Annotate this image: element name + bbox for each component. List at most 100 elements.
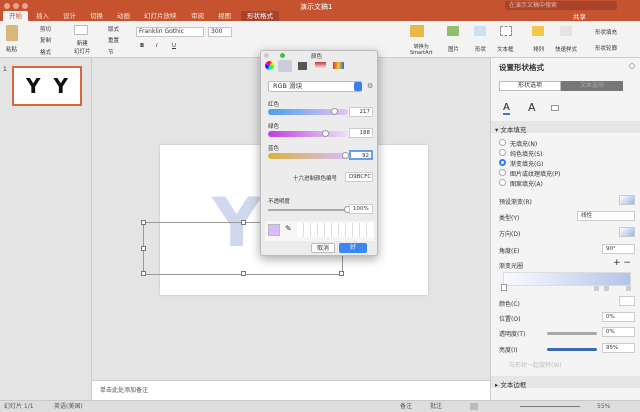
tab-shape-format[interactable]: 形状格式 [241, 11, 279, 21]
arrange-button[interactable]: 排列 [533, 45, 544, 53]
radio-picture-fill[interactable] [499, 169, 506, 176]
shape-fill-button[interactable]: 形状填充 [595, 28, 617, 36]
red-slider-knob[interactable] [331, 108, 338, 115]
resize-handle[interactable] [241, 220, 246, 225]
section-button[interactable]: 节 [108, 48, 114, 56]
resize-handle[interactable] [339, 271, 344, 276]
eyedropper-icon[interactable]: ✎ [285, 224, 292, 233]
copy-button[interactable]: 复制 [40, 36, 51, 44]
radio-no-fill[interactable] [499, 139, 506, 146]
zoom-slider[interactable] [520, 406, 580, 407]
tab-transitions[interactable]: 切换 [84, 11, 109, 21]
color-palettes-icon[interactable] [298, 62, 307, 70]
share-button[interactable]: 共享 [573, 11, 586, 21]
font-size-select[interactable]: 300 [208, 27, 232, 37]
ok-button[interactable]: 好 [339, 243, 367, 253]
pencils-icon[interactable] [333, 62, 344, 69]
color-sliders-icon[interactable] [278, 60, 292, 72]
section-text-fill[interactable]: ▾ 文本填充 [495, 124, 526, 134]
textbox-layout-icon[interactable] [551, 105, 559, 111]
resize-handle[interactable] [141, 271, 146, 276]
gradient-stops-bar[interactable] [503, 272, 631, 286]
direction-dropdown[interactable] [619, 227, 635, 237]
comments-button[interactable]: 批注 [430, 401, 442, 412]
convert-smartart-button[interactable]: 转换为 SmartArt [410, 43, 433, 56]
gear-icon[interactable]: ⚙ [367, 82, 373, 90]
radio-pattern-fill[interactable] [499, 179, 506, 186]
section-text-border[interactable]: ▸ 文本边框 [495, 379, 526, 389]
gradient-stop-handle[interactable] [604, 286, 609, 291]
paste-button[interactable]: 粘贴 [6, 45, 17, 53]
notes-input[interactable]: 单击此处添加备注 [92, 380, 490, 400]
tab-slideshow[interactable]: 幻灯片放映 [138, 11, 183, 21]
red-input[interactable]: 217 [349, 107, 373, 117]
tab-insert[interactable]: 插入 [30, 11, 55, 21]
minimize-window-button[interactable] [13, 3, 19, 9]
gradient-stop-handle[interactable] [501, 284, 507, 291]
position-input[interactable]: 0% [602, 312, 635, 322]
transparency-input[interactable]: 0% [602, 327, 635, 337]
normal-view-icon[interactable] [470, 403, 478, 410]
color-wheel-icon[interactable] [265, 61, 274, 70]
radio-solid-fill[interactable] [499, 149, 506, 156]
cut-button[interactable]: 剪切 [40, 25, 51, 33]
blue-input[interactable]: 92 [349, 150, 373, 160]
slider-mode-select[interactable]: RGB 滑块 [268, 81, 362, 92]
hex-input[interactable]: D9BCFC [345, 172, 373, 182]
italic-button[interactable]: I [156, 43, 158, 49]
layout-button[interactable]: 版式 [108, 25, 119, 33]
tab-view[interactable]: 视图 [212, 11, 237, 21]
close-window-button[interactable] [4, 3, 10, 9]
bold-button[interactable]: B [140, 43, 144, 49]
green-input[interactable]: 188 [349, 128, 373, 138]
gradient-stop-handle[interactable] [594, 286, 599, 291]
notes-button[interactable]: 备注 [400, 401, 412, 412]
brightness-input[interactable]: 95% [602, 343, 635, 353]
font-name-select[interactable]: Franklin Gothic [136, 27, 204, 37]
close-panel-icon[interactable] [629, 63, 635, 69]
zoom-window-button[interactable] [22, 3, 28, 9]
picture-button[interactable]: 图片 [448, 45, 459, 53]
type-select[interactable]: 线性 [577, 211, 635, 221]
language[interactable]: 英语(美国) [54, 401, 83, 412]
image-palettes-icon[interactable] [315, 62, 326, 69]
tab-review[interactable]: 审阅 [185, 11, 210, 21]
resize-handle[interactable] [141, 246, 146, 251]
preset-gradient-dropdown[interactable] [619, 195, 635, 205]
tab-animations[interactable]: 动画 [111, 11, 136, 21]
blue-slider-knob[interactable] [342, 152, 349, 159]
zoom-dialog-button[interactable] [280, 53, 285, 58]
text-effects-icon[interactable]: A [528, 101, 536, 114]
rotate-with-shape-checkbox[interactable]: 与形状一起旋转(W) [509, 360, 562, 369]
shape-button[interactable]: 形状 [475, 45, 486, 53]
textbox-button[interactable]: 文本框 [497, 45, 514, 53]
opacity-input[interactable]: 100% [349, 204, 373, 214]
angle-input[interactable]: 90° [602, 244, 635, 254]
shape-outline-button[interactable]: 形状轮廓 [595, 44, 617, 52]
reset-button[interactable]: 重置 [108, 36, 119, 44]
cancel-button[interactable]: 取消 [311, 243, 335, 253]
resize-handle[interactable] [241, 271, 246, 276]
underline-button[interactable]: U [172, 43, 176, 49]
quick-styles-button[interactable]: 快速样式 [555, 45, 577, 53]
fill-color-picker-icon[interactable] [619, 296, 635, 306]
brightness-slider[interactable] [547, 348, 597, 351]
custom-color-swatches[interactable] [297, 223, 373, 237]
search-input[interactable]: 在演示文稿中搜索 [505, 1, 617, 10]
green-slider-knob[interactable] [322, 130, 329, 137]
add-stop-button[interactable]: + − [613, 258, 631, 268]
tab-shape-options[interactable]: 形状选项 [499, 81, 561, 91]
transparency-slider[interactable] [547, 332, 597, 335]
green-slider[interactable] [268, 131, 348, 137]
radio-gradient-fill[interactable] [499, 159, 506, 166]
new-slide-button[interactable]: 新建 幻灯片 [74, 39, 91, 55]
blue-slider[interactable] [268, 153, 348, 159]
tab-home[interactable]: 开始 [3, 11, 28, 21]
tab-text-options[interactable]: 文本选项 [561, 81, 623, 91]
tab-design[interactable]: 设计 [57, 11, 82, 21]
close-dialog-button[interactable] [264, 53, 269, 58]
gradient-stop-handle[interactable] [626, 286, 631, 291]
opacity-slider[interactable] [268, 209, 348, 211]
slide-thumbnail[interactable]: Y Y [12, 66, 82, 106]
format-painter-button[interactable]: 格式 [40, 48, 51, 56]
